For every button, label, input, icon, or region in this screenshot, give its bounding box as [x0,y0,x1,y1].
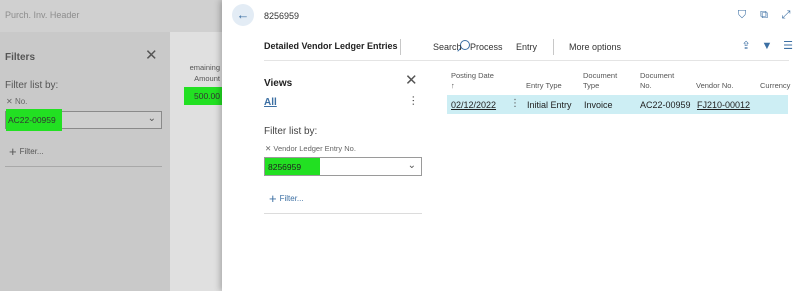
background-add-filter-label: Filter... [19,147,44,156]
back-arrow-icon[interactable]: ← [232,4,254,26]
posting-date-cell[interactable]: 02/12/2022 [451,100,496,110]
chevron-down-icon: ⌄ [407,160,416,171]
close-icon[interactable]: ✕ [405,73,418,88]
document-type-cell: Invoice [584,100,613,110]
page-title: Detailed Vendor Ledger Entries [264,41,398,51]
views-title: Views [264,78,293,89]
record-number: 8256959 [264,11,300,21]
list-view-icon[interactable]: ☰ [782,39,794,53]
column-header-label: Posting Date [451,71,494,80]
column-header-posting-date[interactable]: Posting Date ↑ [451,71,501,91]
vendor-no-cell[interactable]: FJ210-00012 [697,100,750,110]
background-filter-pane: Filters ✕ Filter list by: ✕ No. AC22-009… [0,32,170,291]
expand-icon[interactable]: ⤢ [780,8,792,22]
background-filter-list-by: Filter list by: [5,80,59,91]
filter-list-by-label: Filter list by: [264,126,318,137]
column-header-document-no[interactable]: Document No. [640,71,680,91]
background-filters-title: Filters [5,52,36,63]
toolbar-separator [553,39,554,55]
more-options-button[interactable]: More options [569,42,621,52]
search-button[interactable]: Search [433,42,462,52]
detail-panel: ← 8256959 ⛉ ⧉ ⤢ Detailed Vendor Ledger E… [222,0,800,291]
background-page: Purch. Inv. Header Filters ✕ Filter list… [0,0,228,291]
entry-type-cell: Initial Entry [527,100,572,110]
toolbar: Detailed Vendor Ledger Entries Search Pr… [264,39,794,57]
filter-value-select[interactable]: 8256959 ⌄ [264,157,422,176]
more-vertical-icon[interactable]: ⋯ [407,95,420,105]
divider [264,213,422,214]
filter-value: 8256959 [265,158,320,175]
column-header-entry-type[interactable]: Entry Type [526,81,562,91]
sort-ascending-icon: ↑ [451,81,455,90]
bookmark-icon[interactable]: ⛉ [736,8,748,22]
panel-top-actions: ⛉ ⧉ ⤢ [736,8,792,22]
column-header-currency[interactable]: Currency [760,81,790,91]
background-header: Purch. Inv. Header [0,0,222,32]
divider [5,166,162,167]
open-in-new-window-icon[interactable]: ⧉ [758,8,770,22]
view-all-link[interactable]: All [264,97,277,108]
document-no-cell: AC22-00959 [640,100,691,110]
close-icon[interactable]: ✕ [145,48,158,63]
column-header-document-type[interactable]: Document Type [583,71,623,91]
background-filter-value: AC22-00959 [6,109,62,131]
add-filter-link[interactable]: + Filter... [269,189,304,206]
background-filter-field-name: No. [14,97,28,106]
add-filter-label: Filter... [279,194,304,203]
process-menu-button[interactable]: Process [470,42,503,52]
filter-icon[interactable]: ▼ [761,39,773,53]
more-vertical-icon[interactable]: ⋮ [510,98,520,109]
plus-icon: + [269,191,277,206]
filter-field-label: ✕ Vendor Ledger Entry No. [265,144,356,153]
filter-field-name: Vendor Ledger Entry No. [273,144,356,153]
entry-menu-button[interactable]: Entry [516,42,537,52]
background-filter-value-select[interactable]: AC22-00959 ⌄ [5,109,162,131]
share-icon[interactable]: ⇪ [740,39,752,53]
remove-filter-icon[interactable]: ✕ [6,97,15,106]
table-row[interactable]: 02/12/2022 ⋮ Initial Entry Invoice AC22-… [447,95,788,114]
toolbar-right-actions: ⇪ ▼ ☰ [740,39,794,53]
plus-icon: + [9,144,17,159]
column-header-vendor-no[interactable]: Vendor No. [696,81,734,91]
divider [264,60,789,61]
chevron-down-icon: ⌄ [147,113,156,124]
views-pane: Views ✕ All ⋯ Filter list by: ✕ Vendor L… [264,70,422,220]
background-filter-field-label: ✕ No. [6,97,27,106]
background-add-filter-link[interactable]: + Filter... [9,142,44,159]
background-column-header: emaining Amount [189,63,220,83]
background-header-title: Purch. Inv. Header [5,10,80,20]
toolbar-separator [400,39,401,55]
